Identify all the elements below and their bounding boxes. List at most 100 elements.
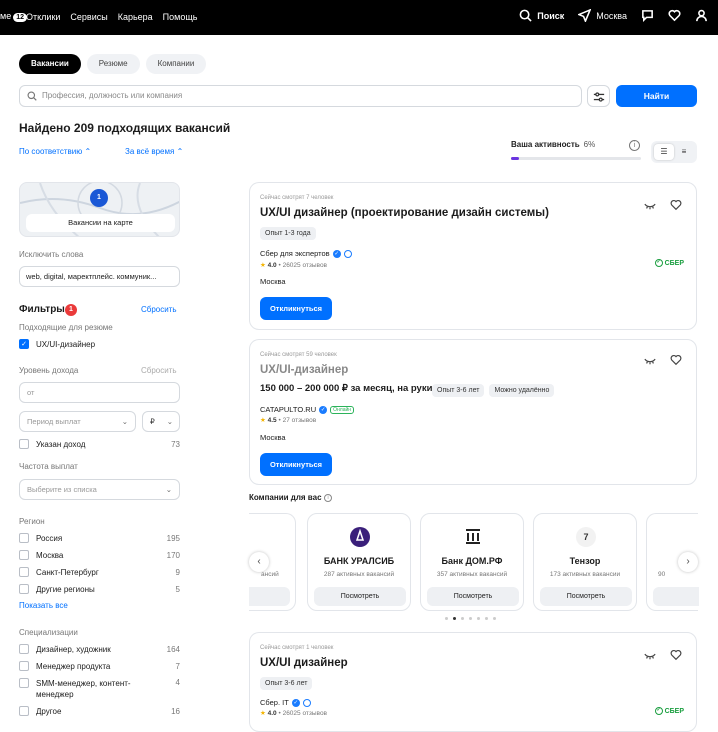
pay-frequency-select[interactable]: Выберите из списка ⌄ <box>19 479 180 500</box>
income-checkbox-row[interactable]: Указан доход 73 <box>19 439 180 449</box>
checkbox[interactable] <box>19 584 29 594</box>
vacancy-title[interactable]: UX/UI-дизайнер <box>260 364 348 376</box>
info-icon[interactable]: i <box>629 140 640 151</box>
checkbox[interactable] <box>19 678 29 688</box>
vacancy-title[interactable]: UX/UI дизайнер (проектирование дизайн си… <box>260 207 549 219</box>
company-row[interactable]: Сбер. IT ✓ <box>260 698 311 707</box>
hide-eye-icon[interactable] <box>644 649 656 661</box>
region-row[interactable]: Другие регионы 5 <box>19 584 180 594</box>
company-name[interactable]: Сбер. IT <box>260 698 289 707</box>
carousel-dot[interactable] <box>493 617 496 620</box>
watching-count: Сейчас смотрят 1 человек <box>260 645 334 651</box>
star-icon: ★ <box>260 262 266 269</box>
activity-percent: 6% <box>583 140 596 149</box>
carousel-dot[interactable] <box>445 617 448 620</box>
search-input[interactable]: Профессия, должность или компания <box>19 85 582 107</box>
currency-select[interactable]: ₽ ⌄ <box>142 411 180 432</box>
company-card[interactable]: Банк ДОМ.РФ 357 активных вакансий Посмот… <box>420 513 524 611</box>
carousel-next-arrow[interactable]: › <box>678 552 698 572</box>
nav-help[interactable]: Помощь <box>163 12 198 22</box>
location-arrow-icon <box>578 9 592 22</box>
map-widget[interactable]: 1 Вакансии на карте <box>19 182 180 237</box>
checkbox[interactable] <box>19 661 29 671</box>
nav-responses[interactable]: Отклики <box>26 12 60 22</box>
map-pin[interactable]: 1 <box>90 189 108 207</box>
specialization-row[interactable]: Другое 16 <box>19 706 180 716</box>
company-row[interactable]: CATAPULTO.RU ✓ Онлайн <box>260 405 355 414</box>
heart-icon[interactable] <box>668 9 681 22</box>
company-row[interactable]: Сбер для экспертов ✓ <box>260 249 352 258</box>
companies-section-title: Компании для вас <box>249 493 322 502</box>
income-reset-link[interactable]: Сбросить <box>141 366 177 375</box>
checkbox[interactable] <box>19 550 29 560</box>
vacancy-title[interactable]: UX/UI дизайнер <box>260 657 348 669</box>
apply-button[interactable]: Откликнуться <box>260 453 332 476</box>
heart-icon[interactable] <box>670 199 682 211</box>
specialization-name: Дизайнер, художник <box>36 644 111 654</box>
info-icon[interactable]: i <box>324 494 332 502</box>
specialization-row[interactable]: SMM-менеджер, контент-менеджер 4 <box>19 678 180 700</box>
region-row[interactable]: Россия 195 <box>19 533 180 543</box>
nav-career[interactable]: Карьера <box>118 12 153 22</box>
checkbox[interactable] <box>19 706 29 716</box>
carousel-dot[interactable] <box>485 617 488 620</box>
tab-resumes[interactable]: Резюме <box>86 54 140 74</box>
site-logo[interactable]: ме 12 <box>0 11 27 22</box>
specialization-row[interactable]: Дизайнер, художник 164 <box>19 644 180 654</box>
view-company-button[interactable]: Посмотреть <box>427 587 519 606</box>
apply-button[interactable]: Откликнуться <box>260 297 332 320</box>
heart-icon[interactable] <box>670 354 682 366</box>
top-search-button[interactable]: Поиск <box>519 9 564 22</box>
tab-companies[interactable]: Компании <box>145 54 207 74</box>
show-all-regions-link[interactable]: Показать все <box>19 601 68 610</box>
sort-dropdown[interactable]: По соответствию ⌃ <box>19 147 91 156</box>
tab-vacancies[interactable]: Вакансии <box>19 54 81 74</box>
company-name[interactable]: CATAPULTO.RU <box>260 405 316 414</box>
checkbox[interactable] <box>19 644 29 654</box>
experience-chip: Опыт 3-6 лет <box>432 384 485 397</box>
carousel-dot[interactable] <box>469 617 472 620</box>
checkbox[interactable] <box>19 439 29 449</box>
count: 16 <box>171 706 180 716</box>
resume-checkbox-row[interactable]: ✓ UX/UI-дизайнер <box>19 339 180 349</box>
specialization-row[interactable]: Менеджер продукта 7 <box>19 661 180 671</box>
accredited-icon <box>343 249 352 258</box>
vacancy-card[interactable]: Сейчас смотрят 7 человек UX/UI дизайнер … <box>249 182 697 330</box>
carousel-dot[interactable] <box>461 617 464 620</box>
checkbox[interactable] <box>19 533 29 543</box>
checkbox-checked[interactable]: ✓ <box>19 339 29 349</box>
list-view-icon[interactable]: ☰ <box>654 144 674 160</box>
domrf-logo-icon <box>465 527 481 547</box>
hide-eye-icon[interactable] <box>644 354 656 366</box>
nav-services[interactable]: Сервисы <box>70 12 107 22</box>
carousel-prev-arrow[interactable]: ‹ <box>249 552 269 572</box>
view-company-button[interactable]: Посмотреть <box>314 587 406 606</box>
find-button[interactable]: Найти <box>616 85 697 107</box>
company-card[interactable]: БАНК УРАЛСИБ 287 активных вакансий Посмо… <box>307 513 411 611</box>
vacancy-card[interactable]: Сейчас смотрят 1 человек UX/UI дизайнер … <box>249 632 697 732</box>
hide-eye-icon[interactable] <box>644 199 656 211</box>
vacancies-on-map-button[interactable]: Вакансии на карте <box>26 214 175 232</box>
chat-icon[interactable] <box>641 9 654 22</box>
checkbox[interactable] <box>19 567 29 577</box>
reset-filters-link[interactable]: Сбросить <box>141 305 177 314</box>
carousel-dot[interactable] <box>477 617 480 620</box>
company-card[interactable]: 7 Тензор 173 активных вакансии Посмотрет… <box>533 513 637 611</box>
exclude-words-input[interactable]: web, digital, маректплейс. коммуник... <box>19 266 180 287</box>
compact-view-icon[interactable]: ≡ <box>674 144 694 160</box>
user-icon[interactable] <box>695 9 708 22</box>
pay-period-select[interactable]: Период выплат ⌄ <box>19 411 136 432</box>
advanced-filter-button[interactable] <box>587 85 610 107</box>
carousel-dot[interactable] <box>453 617 456 620</box>
period-dropdown[interactable]: За всё время ⌃ <box>125 147 183 156</box>
income-from-input[interactable]: от <box>19 382 180 403</box>
view-company-button[interactable] <box>249 587 290 606</box>
heart-icon[interactable] <box>670 649 682 661</box>
region-row[interactable]: Санкт-Петербург 9 <box>19 567 180 577</box>
region-row[interactable]: Москва 170 <box>19 550 180 560</box>
vacancy-card[interactable]: Сейчас смотрят 59 человек UX/UI-дизайнер… <box>249 339 697 485</box>
city-selector[interactable]: Москва <box>578 9 627 22</box>
view-company-button[interactable] <box>653 587 699 606</box>
company-name[interactable]: Сбер для экспертов <box>260 249 330 258</box>
view-company-button[interactable]: Посмотреть <box>540 587 632 606</box>
